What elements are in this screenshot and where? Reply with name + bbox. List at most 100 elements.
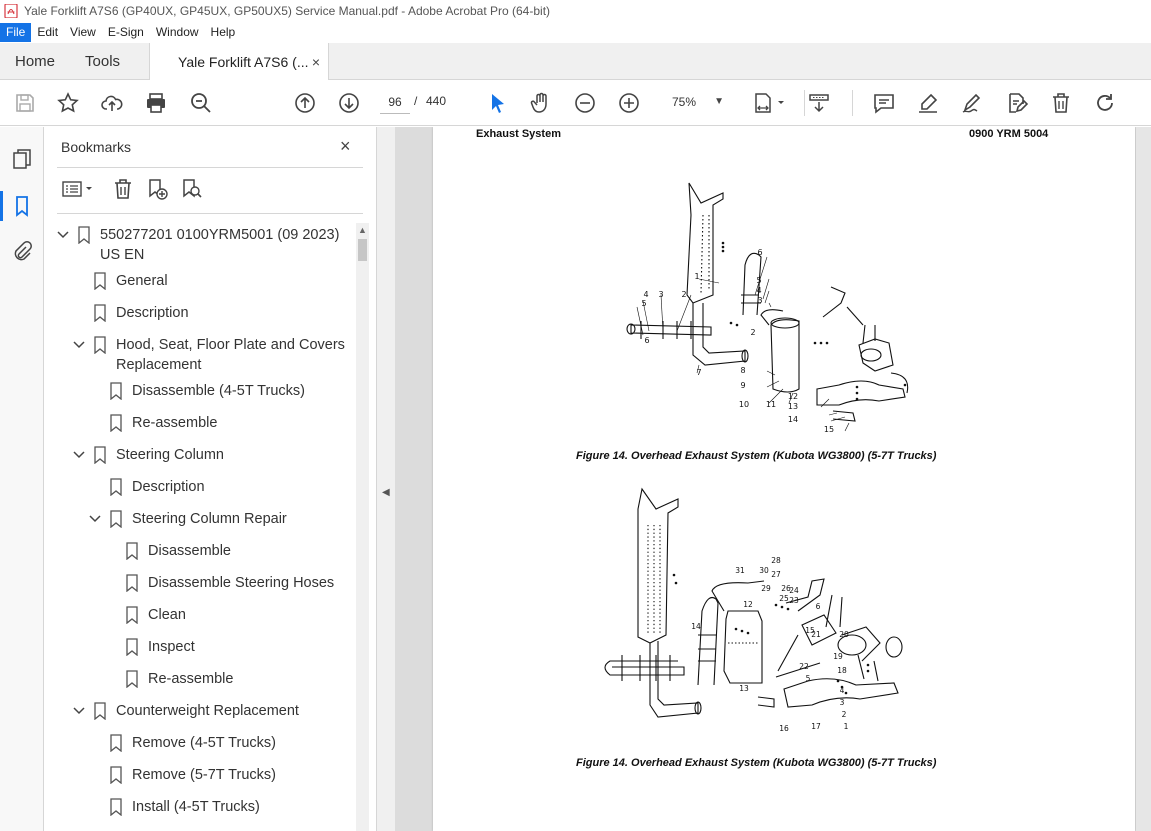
zoom-level-value: 75% xyxy=(672,95,697,109)
svg-text:24: 24 xyxy=(789,586,799,595)
svg-text:19: 19 xyxy=(833,652,843,661)
redo-rotate-icon[interactable] xyxy=(1093,91,1117,115)
menu-view[interactable]: View xyxy=(64,23,102,42)
bookmark-item[interactable]: Counterweight Replacement xyxy=(72,701,299,721)
bookmark-item[interactable]: Clean xyxy=(126,605,186,625)
page-number-input[interactable]: 96 xyxy=(380,90,410,114)
delete-bookmark-icon[interactable] xyxy=(111,177,135,201)
bookmark-label: Remove (5-7T Trucks) xyxy=(132,767,276,783)
page-thumbnails-icon[interactable] xyxy=(10,147,34,171)
bookmark-label: Steering Column xyxy=(116,447,224,463)
bookmark-item[interactable]: Description xyxy=(94,303,189,323)
bookmark-label: Re-assemble xyxy=(132,415,218,431)
bookmark-icon xyxy=(78,226,90,244)
bookmark-item[interactable]: Re-assemble xyxy=(126,669,233,689)
tab-tools[interactable]: Tools xyxy=(70,43,135,79)
page-fit-icon[interactable] xyxy=(752,91,788,115)
zoom-out-icon[interactable] xyxy=(573,91,597,115)
bookmark-item[interactable]: Install (4-5T Trucks) xyxy=(110,797,260,817)
highlight-pen-icon[interactable] xyxy=(916,91,940,115)
find-bookmark-icon[interactable] xyxy=(179,177,203,201)
svg-text:23: 23 xyxy=(789,596,799,605)
menu-window[interactable]: Window xyxy=(150,23,205,42)
bookmarks-scrollbar[interactable]: ▲ xyxy=(356,223,369,831)
menu-help[interactable]: Help xyxy=(205,23,242,42)
bookmark-label: Disassemble (4-5T Trucks) xyxy=(132,383,305,399)
new-bookmark-icon[interactable] xyxy=(145,177,169,201)
collapse-arrow-icon[interactable]: ◀ xyxy=(382,487,390,498)
chevron-down-icon[interactable] xyxy=(72,701,86,721)
bookmark-item[interactable]: Remove (4-5T Trucks) xyxy=(110,733,276,753)
bookmark-item[interactable]: Remove (5-7T Trucks) xyxy=(110,765,276,785)
scroll-up-arrow-icon[interactable]: ▲ xyxy=(358,225,367,235)
svg-text:1: 1 xyxy=(844,722,849,731)
toolbar-divider xyxy=(852,90,853,116)
tab-close-icon[interactable]: × xyxy=(312,54,320,70)
bookmark-item[interactable]: Disassemble xyxy=(126,541,231,561)
panel-collapse-handle[interactable]: ◀ xyxy=(377,127,395,831)
menu-file[interactable]: File xyxy=(0,23,32,42)
bookmark-item[interactable]: Hood, Seat, Floor Plate and Covers Repla… xyxy=(72,335,352,375)
trash-icon[interactable] xyxy=(1049,91,1073,115)
bookmark-icon xyxy=(94,702,106,720)
bookmark-item[interactable]: Description xyxy=(110,477,205,497)
bookmark-item[interactable]: Re-assemble xyxy=(110,413,217,433)
bookmark-icon[interactable] xyxy=(10,194,34,218)
next-page-icon[interactable] xyxy=(337,91,361,115)
svg-text:4: 4 xyxy=(756,286,761,295)
zoom-in-icon[interactable] xyxy=(617,91,641,115)
bookmark-item[interactable]: 550277201 0100YRM5001 (09 2023) US EN xyxy=(56,225,346,265)
attachment-paperclip-icon[interactable] xyxy=(10,240,34,264)
toolbar: 96 / 440 75% ▼ xyxy=(0,80,1151,126)
save-icon[interactable] xyxy=(13,91,37,115)
bookmark-icon xyxy=(94,336,106,354)
figure-caption-1: Figure 14. Overhead Exhaust System (Kubo… xyxy=(576,450,937,462)
chevron-down-icon[interactable] xyxy=(88,509,102,529)
svg-text:25: 25 xyxy=(779,594,789,603)
options-list-icon[interactable] xyxy=(61,177,97,201)
zoom-search-icon[interactable] xyxy=(189,91,213,115)
print-icon[interactable] xyxy=(144,91,168,115)
scrollbar-thumb[interactable] xyxy=(358,239,367,261)
tab-document[interactable]: Yale Forklift A7S6 (... × xyxy=(149,43,330,81)
svg-text:13: 13 xyxy=(739,684,749,693)
hand-tool-icon[interactable] xyxy=(529,91,553,115)
bookmark-label: Steering Column Repair xyxy=(132,511,287,527)
bookmark-item[interactable]: Disassemble (4-5T Trucks) xyxy=(110,381,305,401)
chevron-down-icon[interactable] xyxy=(56,225,70,245)
chevron-down-icon[interactable] xyxy=(72,335,86,355)
menu-esign[interactable]: E-Sign xyxy=(102,23,150,42)
tab-home[interactable]: Home xyxy=(0,43,70,79)
scroll-mode-icon[interactable] xyxy=(807,91,831,115)
previous-page-icon[interactable] xyxy=(293,91,317,115)
bookmark-icon xyxy=(94,272,106,290)
bookmark-label: Disassemble Steering Hoses xyxy=(148,575,335,591)
document-viewport: Exhaust System 0900 YRM 5004 1 2 3 4 5 6… xyxy=(395,127,1151,831)
close-icon[interactable]: × xyxy=(340,136,358,156)
chevron-down-icon[interactable] xyxy=(72,445,86,465)
comment-icon[interactable] xyxy=(872,91,896,115)
menu-edit[interactable]: Edit xyxy=(31,23,64,42)
bookmark-label: Hood, Seat, Floor Plate and Covers Repla… xyxy=(116,337,345,373)
svg-text:29: 29 xyxy=(761,584,771,593)
svg-text:8: 8 xyxy=(740,366,745,375)
bookmark-icon xyxy=(126,542,138,560)
edit-pdf-icon[interactable] xyxy=(1004,91,1029,115)
bookmark-item[interactable]: Inspect xyxy=(126,637,195,657)
star-icon[interactable] xyxy=(56,91,80,115)
bookmark-icon xyxy=(126,574,138,592)
svg-text:22: 22 xyxy=(799,662,809,671)
upload-cloud-icon[interactable] xyxy=(100,91,124,115)
select-cursor-icon[interactable] xyxy=(486,91,510,115)
bookmark-item[interactable]: Steering Column Repair xyxy=(88,509,287,529)
bookmark-item[interactable]: Disassemble Steering Hoses xyxy=(126,573,334,593)
bookmark-label: Remove (4-5T Trucks) xyxy=(132,735,276,751)
zoom-level-select[interactable]: 75% ▼ xyxy=(660,90,728,114)
bookmark-item[interactable]: Steering Column xyxy=(72,445,224,465)
bookmark-item[interactable]: General xyxy=(94,271,168,291)
document-scrollbar[interactable] xyxy=(1136,127,1151,831)
svg-text:9: 9 xyxy=(740,381,745,390)
sign-pen-icon[interactable] xyxy=(960,91,984,115)
bookmark-icon xyxy=(126,606,138,624)
page-header-section: Exhaust System xyxy=(476,128,561,140)
